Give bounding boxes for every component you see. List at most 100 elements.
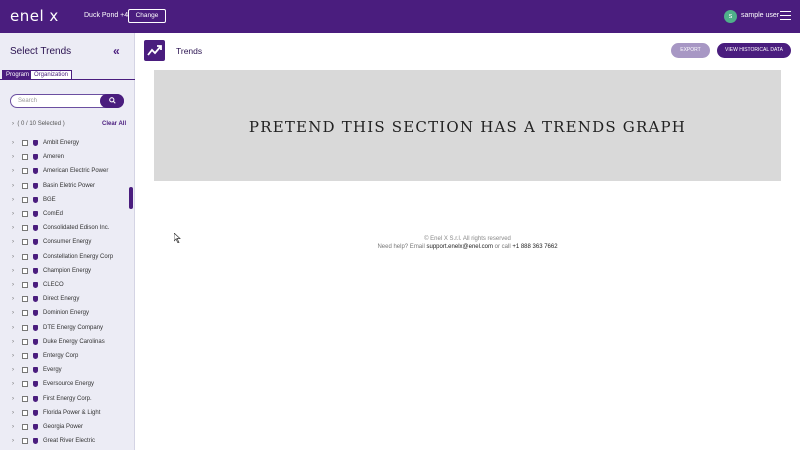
shield-icon — [33, 424, 38, 430]
chevron-right-icon[interactable]: › — [12, 140, 14, 146]
list-item-label: Basin Eletric Power — [43, 182, 96, 189]
checkbox[interactable] — [22, 239, 28, 246]
checkbox[interactable] — [22, 438, 28, 445]
chevron-right-icon[interactable]: › — [12, 211, 14, 217]
list-item-label: BGE — [43, 196, 56, 203]
chevron-right-icon[interactable]: › — [12, 325, 14, 331]
chevron-right-icon[interactable]: › — [12, 121, 14, 127]
chevron-right-icon[interactable]: › — [12, 353, 14, 359]
checkbox[interactable] — [22, 381, 28, 388]
chevron-right-icon[interactable]: › — [12, 339, 14, 345]
list-item-label: Ambit Energy — [43, 140, 80, 146]
list-item[interactable]: › BGE — [0, 194, 128, 208]
collapse-double-chevron-icon[interactable]: « — [113, 44, 120, 58]
list-item[interactable]: › Eversource Energy — [0, 378, 128, 392]
list-item[interactable]: › Dominion Energy — [0, 307, 128, 321]
chevron-right-icon[interactable]: › — [12, 183, 14, 189]
list-item[interactable]: › Consolidated Edison Inc. — [0, 222, 128, 236]
checkbox[interactable] — [22, 296, 28, 303]
chevron-right-icon[interactable]: › — [12, 367, 14, 373]
chevron-right-icon[interactable]: › — [12, 282, 14, 288]
chevron-right-icon[interactable]: › — [12, 197, 14, 203]
chevron-right-icon[interactable]: › — [12, 438, 14, 444]
chevron-right-icon[interactable]: › — [12, 396, 14, 402]
checkbox[interactable] — [22, 196, 28, 203]
shield-icon — [33, 239, 38, 246]
checkbox[interactable] — [22, 353, 28, 359]
list-item[interactable]: › DTE Energy Company — [0, 322, 128, 336]
shield-icon — [33, 282, 38, 288]
list-item-label: Champion Energy — [43, 267, 92, 274]
list-item[interactable]: › American Electric Power — [0, 165, 128, 179]
list-item[interactable]: › Direct Energy — [0, 293, 128, 307]
chevron-right-icon[interactable]: › — [12, 225, 14, 231]
checkbox[interactable] — [22, 267, 28, 274]
list-item[interactable]: › Ameren — [0, 151, 128, 165]
checkbox[interactable] — [22, 182, 28, 189]
hamburger-menu-icon[interactable] — [780, 11, 791, 21]
chevron-right-icon[interactable]: › — [12, 410, 14, 416]
list-item-label: American Electric Power — [43, 168, 109, 175]
chevron-right-icon[interactable]: › — [12, 168, 14, 174]
chevron-right-icon[interactable]: › — [12, 154, 14, 160]
chevron-right-icon[interactable]: › — [12, 424, 14, 430]
trend-line-icon — [144, 40, 165, 61]
trends-sidebar: Select Trends « Program Organization Sea… — [0, 33, 135, 450]
list-item[interactable]: › Champion Energy — [0, 265, 128, 279]
checkbox[interactable] — [22, 324, 28, 331]
clear-all-link[interactable]: Clear All — [102, 121, 126, 127]
support-email-link[interactable]: support.enelx@enel.com — [427, 244, 493, 250]
footer-help: Need help? Email support.enelx@enel.com … — [154, 244, 781, 250]
list-item[interactable]: › Georgia Power — [0, 421, 128, 435]
list-item[interactable]: › Ambit Energy — [0, 137, 128, 151]
export-button[interactable]: EXPORT — [671, 43, 710, 58]
enel-x-logo[interactable]: enel x — [10, 7, 59, 25]
list-item[interactable]: › Duke Energy Carolinas — [0, 336, 128, 350]
checkbox[interactable] — [22, 424, 28, 430]
view-historical-data-button[interactable]: VIEW HISTORICAL DATA — [717, 43, 791, 58]
list-item[interactable]: › Florida Power & Light — [0, 407, 128, 421]
checkbox[interactable] — [22, 211, 28, 217]
list-item[interactable]: › First Energy Corp. — [0, 393, 128, 407]
sidebar-scrollbar[interactable] — [129, 187, 133, 209]
tab-program[interactable]: Program — [2, 70, 34, 80]
checkbox[interactable] — [22, 310, 28, 317]
checkbox[interactable] — [22, 225, 28, 232]
tab-organization[interactable]: Organization — [30, 70, 73, 80]
list-item[interactable]: › Constellation Energy Corp — [0, 251, 128, 265]
chevron-right-icon[interactable]: › — [12, 268, 14, 274]
user-avatar[interactable]: s — [724, 10, 737, 23]
list-item[interactable]: › Basin Eletric Power — [0, 180, 128, 194]
list-item[interactable]: › ComEd — [0, 208, 128, 222]
checkbox[interactable] — [22, 253, 28, 260]
shield-icon — [33, 225, 38, 232]
list-item[interactable]: › Consumer Energy — [0, 236, 128, 250]
list-item-label: Consumer Energy — [43, 239, 92, 246]
checkbox[interactable] — [22, 140, 28, 146]
list-item[interactable]: › Evergy — [0, 364, 128, 378]
change-site-button[interactable]: Change — [128, 9, 166, 23]
search-button[interactable] — [100, 94, 124, 108]
chevron-right-icon[interactable]: › — [12, 239, 14, 245]
sidebar-title: Select Trends — [10, 46, 72, 57]
checkbox[interactable] — [22, 367, 28, 374]
chevron-right-icon[interactable]: › — [12, 296, 14, 302]
list-item[interactable]: › CLECO — [0, 279, 128, 293]
checkbox[interactable] — [22, 395, 28, 402]
checkbox[interactable] — [22, 409, 28, 416]
chevron-right-icon[interactable]: › — [12, 254, 14, 260]
shield-icon — [33, 381, 38, 388]
list-item[interactable]: › Entergy Corp — [0, 350, 128, 364]
shield-icon — [33, 182, 38, 189]
support-phone-link[interactable]: +1 888 363 7662 — [512, 244, 557, 250]
list-item[interactable]: › Great River Electric — [0, 435, 128, 449]
checkbox[interactable] — [22, 282, 28, 288]
user-name[interactable]: sample user — [741, 12, 779, 19]
chevron-right-icon[interactable]: › — [12, 310, 14, 316]
checkbox[interactable] — [22, 154, 28, 161]
checkbox[interactable] — [22, 338, 28, 345]
chevron-right-icon[interactable]: › — [12, 381, 14, 387]
shield-icon — [33, 438, 38, 445]
footer-copyright: © Enel X S.r.l. All rights reserved — [424, 236, 511, 242]
checkbox[interactable] — [22, 168, 28, 175]
